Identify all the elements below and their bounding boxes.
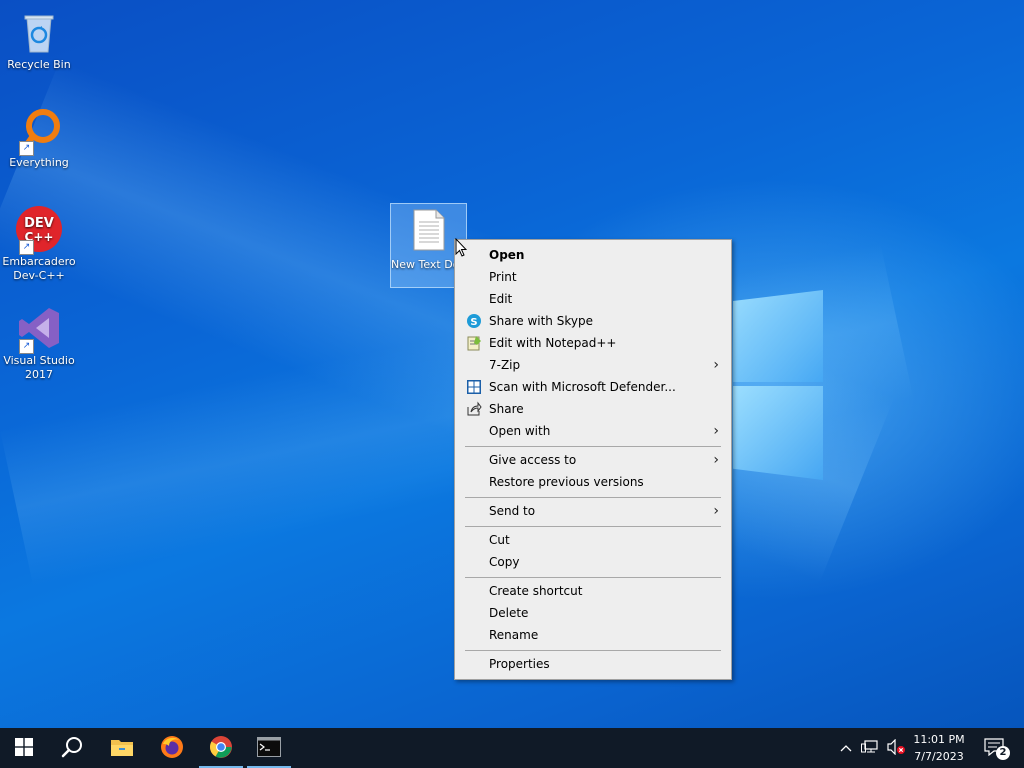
menu-item-restore-previous-versions[interactable]: Restore previous versions <box>457 471 729 493</box>
chevron-right-icon: › <box>713 357 719 373</box>
menu-item-give-access-to[interactable]: Give access to › <box>457 449 729 471</box>
visual-studio-icon: ↗ <box>15 304 63 354</box>
menu-separator <box>465 446 721 447</box>
menu-item-label: Create shortcut <box>489 584 583 598</box>
taskbar-terminal[interactable] <box>245 728 293 768</box>
chrome-icon <box>209 735 233 762</box>
action-center-button[interactable]: 2 <box>978 728 1012 768</box>
menu-item-label: Print <box>489 270 517 284</box>
menu-item-7zip[interactable]: 7-Zip › <box>457 354 729 376</box>
shortcut-arrow-icon: ↗ <box>19 339 34 354</box>
defender-icon <box>466 379 482 395</box>
desktop-icon-label: Recycle Bin <box>7 58 71 71</box>
menu-item-open-with[interactable]: Open with › <box>457 420 729 442</box>
menu-separator <box>465 650 721 651</box>
firefox-icon <box>160 735 184 762</box>
clock-date: 7/7/2023 <box>914 750 964 763</box>
taskbar: 11:01 PM 7/7/2023 2 <box>0 728 1024 768</box>
menu-separator <box>465 526 721 527</box>
devcpp-icon: DEV C++ ↗ <box>15 205 63 255</box>
menu-item-create-shortcut[interactable]: Create shortcut <box>457 580 729 602</box>
desktop-icon-label: Embarcadero Dev-C++ <box>2 255 76 282</box>
everything-search-icon: ↗ <box>15 106 63 156</box>
notification-count-badge: 2 <box>996 746 1010 760</box>
taskbar-firefox[interactable] <box>148 728 196 768</box>
menu-item-label: Edit with Notepad++ <box>489 336 617 350</box>
share-icon <box>466 401 482 417</box>
menu-item-cut[interactable]: Cut <box>457 529 729 551</box>
menu-item-label: Share <box>489 402 524 416</box>
chevron-right-icon: › <box>713 423 719 439</box>
network-button[interactable] <box>858 728 882 768</box>
mouse-cursor-icon <box>455 237 468 258</box>
menu-item-share-with-skype[interactable]: S Share with Skype <box>457 310 729 332</box>
desktop-icon-recycle-bin[interactable]: Recycle Bin <box>1 8 77 72</box>
start-button[interactable] <box>0 728 48 768</box>
menu-item-label: Open <box>489 248 525 262</box>
menu-separator <box>465 497 721 498</box>
menu-item-properties[interactable]: Properties <box>457 653 729 675</box>
menu-item-label: Copy <box>489 555 520 569</box>
menu-item-label: Send to <box>489 504 536 518</box>
menu-item-label: Share with Skype <box>489 314 593 328</box>
menu-item-share[interactable]: Share <box>457 398 729 420</box>
taskbar-clock[interactable]: 11:01 PM 7/7/2023 <box>908 731 970 765</box>
shortcut-arrow-icon: ↗ <box>19 240 34 255</box>
desktop-icon-label: Visual Studio 2017 <box>3 354 75 381</box>
menu-item-delete[interactable]: Delete <box>457 602 729 624</box>
menu-item-copy[interactable]: Copy <box>457 551 729 573</box>
text-file-icon <box>412 209 446 251</box>
network-icon <box>861 739 879 758</box>
menu-item-rename[interactable]: Rename <box>457 624 729 646</box>
svg-text:S: S <box>470 317 477 328</box>
menu-item-edit[interactable]: Edit <box>457 288 729 310</box>
desktop-icon-label: Everything <box>9 156 69 169</box>
notepad-plus-plus-icon <box>466 335 482 351</box>
volume-button[interactable] <box>884 728 908 768</box>
menu-item-label: Cut <box>489 533 510 547</box>
file-explorer-icon <box>110 737 134 760</box>
chevron-up-icon <box>840 741 852 755</box>
menu-item-scan-with-defender[interactable]: Scan with Microsoft Defender... <box>457 376 729 398</box>
search-button[interactable] <box>48 728 96 768</box>
menu-item-label: Open with <box>489 424 551 438</box>
menu-item-send-to[interactable]: Send to › <box>457 500 729 522</box>
menu-item-label: Scan with Microsoft Defender... <box>489 380 676 394</box>
svg-text:DEV: DEV <box>24 216 54 231</box>
menu-separator <box>465 577 721 578</box>
desktop-icon-everything[interactable]: ↗ Everything <box>1 106 77 170</box>
skype-icon: S <box>466 313 482 329</box>
chevron-right-icon: › <box>713 452 719 468</box>
speaker-muted-icon <box>886 738 906 758</box>
menu-item-label: Properties <box>489 657 550 671</box>
menu-item-label: 7-Zip <box>489 358 521 372</box>
notification-icon: 2 <box>984 738 1010 760</box>
desktop-icon-devcpp[interactable]: DEV C++ ↗ Embarcadero Dev-C++ <box>1 205 77 283</box>
clock-time: 11:01 PM <box>913 733 965 746</box>
chevron-right-icon: › <box>713 503 719 519</box>
menu-item-label: Edit <box>489 292 513 306</box>
desktop-icon-visual-studio[interactable]: ↗ Visual Studio 2017 <box>1 304 77 382</box>
menu-item-label: Restore previous versions <box>489 475 644 489</box>
recycle-bin-icon <box>15 8 63 56</box>
terminal-icon <box>257 736 281 760</box>
shortcut-arrow-icon: ↗ <box>19 141 34 156</box>
menu-item-open[interactable]: Open <box>457 244 729 266</box>
show-hidden-icons-button[interactable] <box>836 728 856 768</box>
context-menu: Open Print Edit S Share with Skype Edit … <box>454 239 732 680</box>
menu-item-label: Delete <box>489 606 529 620</box>
menu-item-print[interactable]: Print <box>457 266 729 288</box>
taskbar-file-explorer[interactable] <box>98 728 146 768</box>
menu-item-label: Rename <box>489 628 539 642</box>
menu-item-label: Give access to <box>489 453 577 467</box>
search-icon <box>61 736 83 761</box>
menu-item-edit-with-notepad-plus-plus[interactable]: Edit with Notepad++ <box>457 332 729 354</box>
taskbar-chrome[interactable] <box>197 728 245 768</box>
start-icon <box>15 737 33 759</box>
